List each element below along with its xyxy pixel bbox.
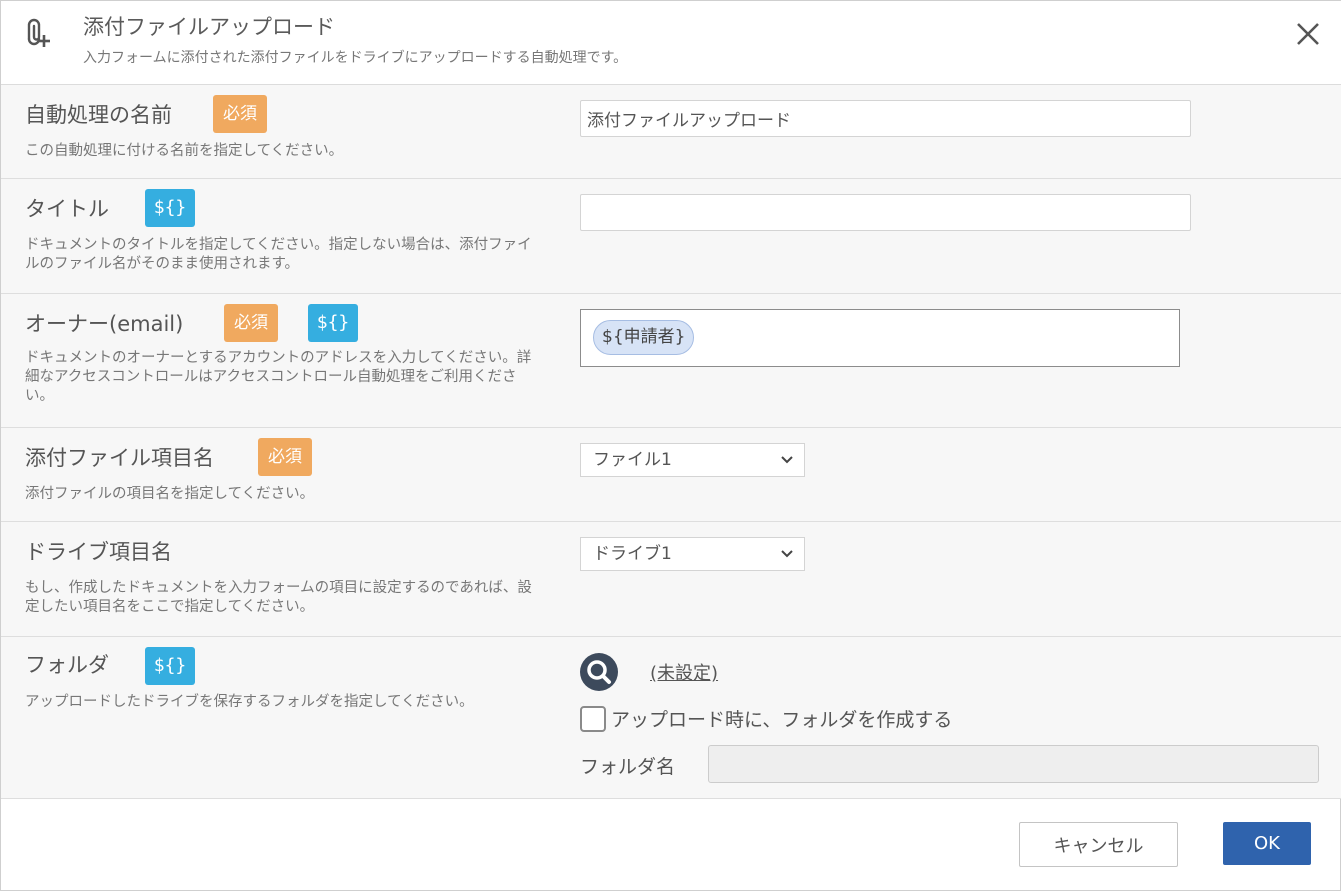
field-description: この自動処理に付ける名前を指定してください。: [25, 143, 344, 159]
field-description: ドキュメントのオーナーとするアカウントのアドレスを入力してください。詳細なアクセ…: [25, 350, 532, 404]
drive-select[interactable]: ドライブ1: [580, 537, 805, 571]
required-badge: 必須: [224, 304, 278, 342]
attachment-select[interactable]: ファイル1: [580, 443, 805, 477]
field-label: オーナー(email): [25, 312, 184, 336]
owner-chip[interactable]: ${申請者}: [593, 320, 695, 355]
variable-badge[interactable]: ${}: [308, 304, 358, 342]
owner-input[interactable]: ${申請者}: [580, 309, 1180, 367]
create-folder-label[interactable]: アップロード時に、フォルダを作成する: [611, 705, 952, 732]
variable-badge[interactable]: ${}: [145, 189, 195, 227]
field-label: 添付ファイル項目名: [25, 446, 214, 470]
name-input[interactable]: [580, 100, 1191, 137]
title-input[interactable]: [580, 194, 1191, 231]
folder-name-label: フォルダ名: [580, 756, 676, 778]
folder-name-input[interactable]: [708, 745, 1319, 783]
ok-button[interactable]: OK: [1223, 822, 1311, 865]
field-description: ドキュメントのタイトルを指定してください。指定しない場合は、添付ファイルのファイ…: [25, 237, 532, 272]
folder-unset-link[interactable]: (未設定): [650, 659, 718, 685]
field-label: 自動処理の名前: [25, 103, 172, 127]
field-description: アップロードしたドライブを保存するフォルダを指定してください。: [25, 694, 474, 710]
drive-selected-value: ドライブ1: [593, 544, 672, 564]
dialog-header: 添付ファイルアップロード 入力フォームに添付された添付ファイルをドライブにアップ…: [1, 1, 1341, 85]
field-label: フォルダ: [25, 653, 109, 677]
required-badge: 必須: [258, 438, 312, 476]
create-folder-checkbox[interactable]: [580, 706, 606, 732]
upload-attachment-dialog: 添付ファイルアップロード 入力フォームに添付された添付ファイルをドライブにアップ…: [0, 0, 1341, 891]
field-row-attachment: 添付ファイル項目名 必須 添付ファイルの項目名を指定してください。 ファイル1: [1, 428, 1341, 522]
field-row-title: タイトル ${} ドキュメントのタイトルを指定してください。指定しない場合は、添…: [1, 179, 1341, 294]
chevron-down-icon: [781, 550, 793, 558]
attachment-selected-value: ファイル1: [593, 450, 672, 470]
field-row-owner: オーナー(email) 必須 ${} ドキュメントのオーナーとするアカウントのア…: [1, 294, 1341, 428]
cancel-button[interactable]: キャンセル: [1019, 822, 1178, 867]
variable-badge[interactable]: ${}: [145, 647, 195, 685]
field-description: もし、作成したドキュメントを入力フォームの項目に設定するのであれば、設定したい項…: [25, 580, 532, 615]
dialog-subtitle: 入力フォームに添付された添付ファイルをドライブにアップロードする自動処理です。: [83, 50, 628, 66]
chevron-down-icon: [781, 456, 793, 464]
search-icon[interactable]: [579, 652, 619, 692]
field-row-name: 自動処理の名前 必須 この自動処理に付ける名前を指定してください。: [1, 85, 1341, 179]
field-label: ドライブ項目名: [25, 540, 172, 564]
field-label: タイトル: [25, 197, 109, 221]
dialog-title: 添付ファイルアップロード: [83, 15, 335, 39]
field-row-drive: ドライブ項目名 もし、作成したドキュメントを入力フォームの項目に設定するのであれ…: [1, 522, 1341, 637]
field-row-folder: フォルダ ${} アップロードしたドライブを保存するフォルダを指定してください。…: [1, 637, 1341, 799]
close-icon[interactable]: [1293, 19, 1323, 49]
field-description: 添付ファイルの項目名を指定してください。: [25, 486, 315, 502]
paperclip-plus-icon: [27, 18, 50, 47]
required-badge: 必須: [213, 95, 267, 133]
